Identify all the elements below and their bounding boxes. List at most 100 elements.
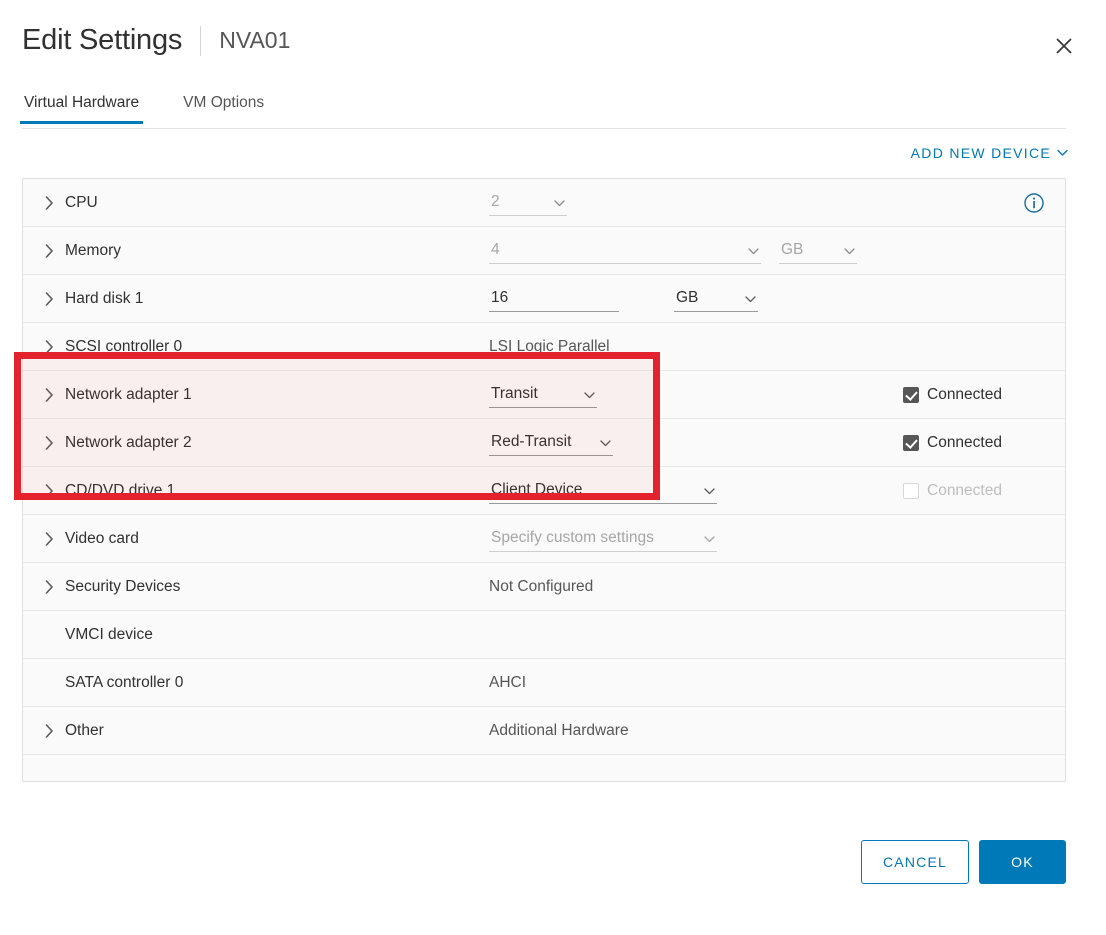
connected-label: Connected: [927, 481, 1002, 499]
video-card-label: Video card: [65, 529, 139, 547]
expand-chevron-icon[interactable]: [45, 579, 65, 594]
row-label-cell: Hard disk 1: [45, 290, 489, 308]
row-value-cell: Additional Hardware: [489, 722, 1065, 740]
other-value: Additional Hardware: [489, 721, 629, 739]
tab-vm-options[interactable]: VM Options: [181, 92, 266, 123]
network-adapter-1-connected-checkbox[interactable]: Connected: [903, 386, 1002, 404]
row-label-cell: Security Devices: [45, 578, 489, 596]
checkbox-checked-icon: [903, 386, 919, 403]
expand-chevron-icon[interactable]: [45, 339, 65, 354]
scsi-label: SCSI controller 0: [65, 337, 183, 355]
table-row-video-card[interactable]: Video card Specify custom settings: [23, 515, 1065, 563]
chevron-down-icon: [584, 388, 595, 401]
vmci-device-label: VMCI device: [65, 625, 153, 643]
add-new-device-label: ADD NEW DEVICE: [910, 145, 1051, 161]
dialog-footer: CANCEL OK: [0, 840, 1106, 900]
memory-size-select[interactable]: 4: [489, 241, 761, 264]
connected-label: Connected: [927, 433, 1002, 451]
row-label-cell: CD/DVD drive 1: [45, 482, 489, 500]
network-adapter-2-value: Red-Transit: [491, 433, 572, 450]
cd-dvd-label: CD/DVD drive 1: [65, 481, 176, 499]
expand-chevron-icon[interactable]: [45, 387, 65, 402]
tab-virtual-hardware[interactable]: Virtual Hardware: [19, 92, 144, 124]
video-card-settings-select[interactable]: Specify custom settings: [489, 529, 717, 552]
tab-bar-wrapper: Virtual Hardware VM Options: [0, 92, 1106, 130]
ok-button[interactable]: OK: [979, 840, 1066, 884]
network-adapter-2-network-select[interactable]: Red-Transit: [489, 433, 613, 456]
table-row-cd-dvd-drive-1[interactable]: CD/DVD drive 1 Client Device Connected: [23, 467, 1065, 515]
row-value-cell: LSI Logic Parallel: [489, 338, 1065, 356]
chevron-down-icon: [704, 484, 715, 497]
expand-chevron-icon[interactable]: [45, 531, 65, 546]
tab-bar: Virtual Hardware VM Options: [19, 92, 1066, 129]
title-row: Edit Settings NVA01: [22, 24, 290, 57]
row-label-cell: CPU: [45, 194, 489, 212]
hard-disk-value: 16: [491, 289, 509, 306]
table-row-network-adapter-2[interactable]: Network adapter 2 Red-Transit Connected: [23, 419, 1065, 467]
cpu-label: CPU: [65, 193, 98, 211]
expand-chevron-icon[interactable]: [45, 435, 65, 450]
security-devices-value: Not Configured: [489, 577, 594, 595]
cd-dvd-value: Client Device: [491, 481, 583, 498]
other-label: Other: [65, 721, 104, 739]
row-value-cell: AHCI: [489, 674, 1065, 692]
checkbox-checked-icon: [903, 434, 919, 451]
chevron-down-icon: [554, 196, 565, 209]
row-label-cell: SATA controller 0: [45, 674, 489, 692]
expand-chevron-icon[interactable]: [45, 195, 65, 210]
hard-disk-unit-select[interactable]: GB: [674, 289, 758, 312]
connected-label: Connected: [927, 385, 1002, 403]
cd-dvd-connected-checkbox[interactable]: Connected: [903, 482, 1002, 500]
expand-chevron-icon[interactable]: [45, 243, 65, 258]
table-row-network-adapter-1[interactable]: Network adapter 1 Transit Connected: [23, 371, 1065, 419]
expand-chevron-icon[interactable]: [45, 723, 65, 738]
close-button[interactable]: [1049, 31, 1079, 61]
table-row-scsi-controller-0[interactable]: SCSI controller 0 LSI Logic Parallel: [23, 323, 1065, 371]
table-row-vmci-device: VMCI device: [23, 611, 1065, 659]
dialog-header: Edit Settings NVA01: [0, 0, 1106, 86]
info-icon[interactable]: [1023, 192, 1045, 214]
hard-disk-label: Hard disk 1: [65, 289, 144, 307]
row-label-cell: Memory: [45, 242, 489, 260]
table-row-sata-controller-0: SATA controller 0 AHCI: [23, 659, 1065, 707]
network-adapter-1-network-select[interactable]: Transit: [489, 385, 597, 408]
edit-settings-dialog: Edit Settings NVA01 Virtual Hardware VM …: [0, 0, 1106, 935]
table-row-empty: [23, 755, 1065, 781]
cd-dvd-device-select[interactable]: Client Device: [489, 481, 717, 504]
table-row-security-devices[interactable]: Security Devices Not Configured: [23, 563, 1065, 611]
memory-label: Memory: [65, 241, 121, 259]
table-row-hard-disk-1[interactable]: Hard disk 1 16 GB: [23, 275, 1065, 323]
hard-disk-unit-value: GB: [676, 289, 699, 306]
row-value-cell: 2: [489, 189, 1065, 216]
chevron-down-icon: [748, 244, 759, 257]
table-row-memory[interactable]: Memory 4 GB: [23, 227, 1065, 275]
network-adapter-2-connected-checkbox[interactable]: Connected: [903, 434, 1002, 452]
table-row-other[interactable]: Other Additional Hardware: [23, 707, 1065, 755]
sata-controller-label: SATA controller 0: [65, 673, 184, 691]
add-new-device-button[interactable]: ADD NEW DEVICE: [911, 145, 1068, 161]
row-label-cell: SCSI controller 0: [45, 338, 489, 356]
close-icon: [1056, 38, 1072, 54]
memory-unit-select[interactable]: GB: [779, 241, 857, 264]
network-adapter-1-value: Transit: [491, 385, 538, 402]
chevron-down-icon: [600, 436, 611, 449]
network-adapter-1-label: Network adapter 1: [65, 385, 192, 403]
row-label-cell: VMCI device: [45, 626, 489, 644]
cancel-button[interactable]: CANCEL: [861, 840, 969, 884]
expand-chevron-icon[interactable]: [45, 291, 65, 306]
row-label-cell: Other: [45, 722, 489, 740]
security-devices-label: Security Devices: [65, 577, 181, 595]
table-row-cpu[interactable]: CPU 2: [23, 179, 1065, 227]
memory-unit-value: GB: [781, 241, 804, 258]
row-value-cell: Specify custom settings: [489, 525, 1065, 552]
row-label-cell: Video card: [45, 530, 489, 548]
page-title: Edit Settings: [22, 24, 183, 56]
cpu-select[interactable]: 2: [489, 193, 567, 216]
row-value-cell: 4 GB: [489, 237, 1065, 264]
expand-chevron-icon[interactable]: [45, 483, 65, 498]
chevron-down-icon: [844, 244, 855, 257]
chevron-down-icon: [704, 532, 715, 545]
row-label-cell: Network adapter 1: [45, 386, 489, 404]
row-label-cell: Network adapter 2: [45, 434, 489, 452]
hard-disk-size-input[interactable]: 16: [489, 289, 619, 312]
